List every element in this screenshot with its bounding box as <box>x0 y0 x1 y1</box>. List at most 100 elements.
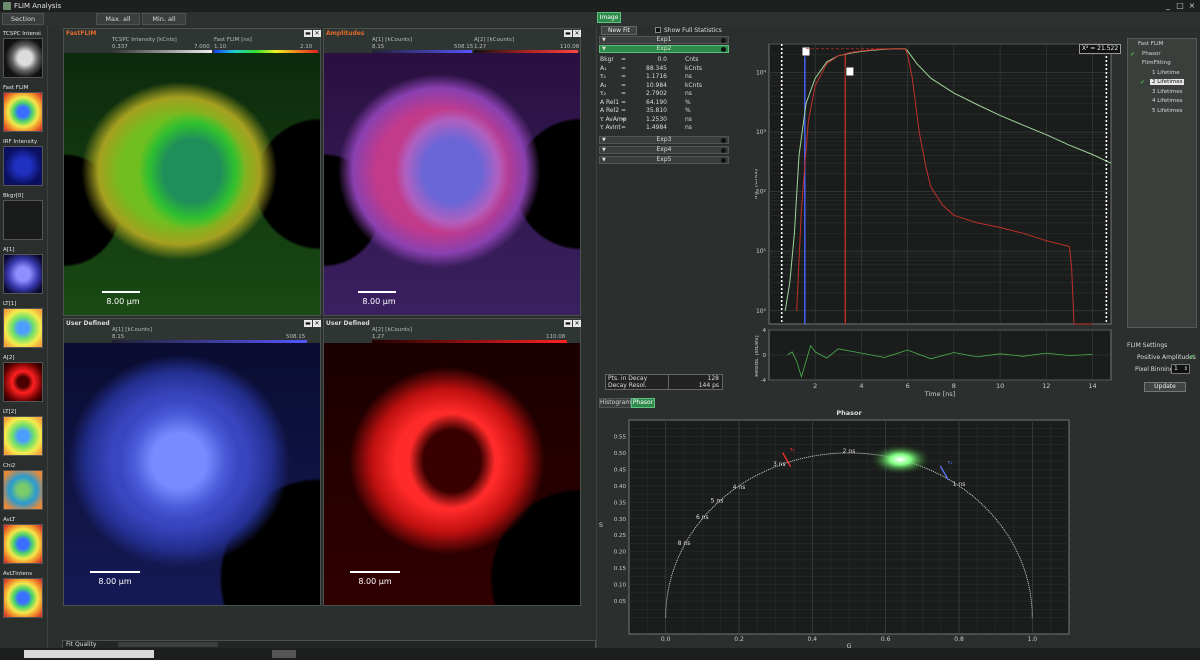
phasor-chart[interactable]: Phasor 0.0 0.2 0.4 0.6 0.8 1.0 0.05 0.10 0.15 0.20… <box>597 408 1127 650</box>
spinner-arrows-icon[interactable]: ⇕ <box>1184 365 1188 373</box>
colorbar-title: A[2] [kCounts] <box>372 327 412 333</box>
thumbnail-avltintens[interactable]: AvLTintens <box>3 570 46 618</box>
decay-chart[interactable]: 10⁰ 10¹ 10² 10³ 10⁴ Int. [Cnts] <box>752 38 1115 328</box>
new-fit-button[interactable]: New Fit <box>601 26 637 35</box>
microscopy-image[interactable]: 8.00 µm <box>324 343 580 605</box>
tree-item-3-lifetimes[interactable]: 3 Lifetimes <box>1150 89 1184 95</box>
tree-item-flimfitting[interactable]: FlimFitting <box>1140 60 1173 66</box>
param-name: τ AvInt <box>600 124 621 131</box>
param-unit: Cnts <box>685 56 699 63</box>
pts-in-decay-label: Pts. in Decay <box>608 375 648 382</box>
thumbnail-lt-2-[interactable]: LT[2] <box>3 408 46 456</box>
thumbnail-fast-flim[interactable]: Fast FLIM <box>3 84 46 132</box>
title-bar: FLIM Analysis _ □ × <box>0 0 1200 12</box>
param-name: A Rel2 <box>600 107 620 114</box>
scale-label: 8.00 µm <box>98 577 132 586</box>
microscopy-image[interactable]: 8.00 µm <box>64 343 320 605</box>
image-panel-2[interactable]: Amplitudes A[1] [kCounts] 8.15 508.15 A[2] [… <box>323 28 581 316</box>
y-axis-label: Resids. [stDev] <box>755 335 760 376</box>
status-scroll[interactable] <box>272 650 296 658</box>
positive-amplitudes-checkbox[interactable]: ✔ <box>1189 354 1196 361</box>
lifetime-label: 1 ns <box>953 481 966 488</box>
thumbnail-irf-intensity[interactable]: IRF Intensity <box>3 138 46 186</box>
param-unit: ns <box>685 124 692 131</box>
cursor-handle-icon[interactable] <box>801 46 811 57</box>
image-panel-3[interactable]: User Defined A[1] [kCounts] 8.15 508.15 ▬ ✕ 8.… <box>63 318 321 606</box>
panel-close-icon[interactable]: ✕ <box>573 320 581 327</box>
tree-item-fast-flim[interactable]: Fast FLIM <box>1136 41 1165 47</box>
panel-minimize-icon[interactable]: ▬ <box>304 30 312 37</box>
thumbnail-image <box>3 524 43 564</box>
microscopy-image[interactable]: 8.00 µm <box>64 53 320 315</box>
group-exp2[interactable]: ▼ Exp2 <box>599 45 729 53</box>
thumbnail-a-1-[interactable]: A[1] <box>3 246 46 294</box>
panel-close-icon[interactable]: ✕ <box>573 30 581 37</box>
maximize-button[interactable]: □ <box>1174 0 1186 12</box>
panel-minimize-icon[interactable]: ▬ <box>564 30 572 37</box>
panel-minimize-icon[interactable]: ▬ <box>304 320 312 327</box>
group-exp4[interactable]: ▼ Exp4 <box>599 146 729 154</box>
residuals-chart-svg: 2 4 6 8 10 12 14 4 0 -4Resids. [stDev] Time [ns] <box>754 328 1112 398</box>
thumbnail-label: IRF Intensity <box>3 139 38 145</box>
x-tick-label: 8 <box>952 382 956 390</box>
thumbnail-image <box>3 416 43 456</box>
thumbnail-tcspc-intensi[interactable]: TCSPC Intensi <box>3 30 46 78</box>
close-button[interactable]: × <box>1186 0 1198 12</box>
param-unit: ns <box>685 90 692 97</box>
panel-minimize-icon[interactable]: ▬ <box>564 320 572 327</box>
y-axis-label: S <box>599 521 603 529</box>
thumbnail-image <box>3 308 43 348</box>
thumbnail-image <box>3 200 43 240</box>
thumbnail-a-2-[interactable]: A[2] <box>3 354 46 402</box>
thumbnail-chi2[interactable]: Chi2 <box>3 462 46 510</box>
image-panel-1[interactable]: FastFLIM TCSPC Intensity [kCnts] 0.337 7.00… <box>63 28 321 316</box>
tab-phasor[interactable]: Phasor <box>631 398 655 408</box>
colorbar2-title: Fast FLIM [ns] <box>214 37 252 43</box>
microscopy-image[interactable]: 8.00 µm <box>324 53 580 315</box>
x-tick-label: 6 <box>906 382 910 390</box>
group-exp5[interactable]: ▼ Exp5 <box>599 156 729 164</box>
phasor-cluster <box>870 444 931 475</box>
thumbnail-avlt[interactable]: AvLT <box>3 516 46 564</box>
thumbnail-lt-1-[interactable]: LT[1] <box>3 300 46 348</box>
thumbnail-image <box>3 92 43 132</box>
x-tick-label: 2 <box>813 382 817 390</box>
max-all-button[interactable]: Max. all <box>96 13 140 25</box>
min-all-button[interactable]: Min. all <box>142 13 186 25</box>
section-button[interactable]: Section <box>2 13 44 25</box>
window-title: FLIM Analysis <box>14 2 62 10</box>
cursor-handle-icon[interactable] <box>845 66 855 77</box>
tree-item-4-lifetimes[interactable]: 4 Lifetimes <box>1150 98 1184 104</box>
tab-image[interactable]: Image <box>597 12 621 23</box>
update-button[interactable]: Update <box>1144 382 1186 392</box>
param-name: A Rel1 <box>600 98 620 106</box>
thumbnail-label: Fast FLIM <box>3 85 29 91</box>
tab-histogram[interactable]: Histogram <box>599 398 631 408</box>
tree-item-2-lifetimes[interactable]: 2 Lifetimes <box>1150 79 1185 85</box>
param-equals: = <box>621 124 627 131</box>
thumbnail-label: AvLT <box>3 517 16 523</box>
residuals-chart[interactable]: 2 4 6 8 10 12 14 4 0 -4 Resids. [stDev] Time [ns] <box>754 328 1121 398</box>
image-panel-4[interactable]: User Defined A[2] [kCounts] 1.27 110.08 ▬ ✕ 8.… <box>323 318 581 606</box>
y-tick-label: 0.40 <box>614 484 627 490</box>
panel-close-icon[interactable]: ✕ <box>313 30 321 37</box>
x-tick-label: 4 <box>859 382 863 390</box>
chi2-readout: X² = 21.522 <box>1079 44 1121 54</box>
scale-label: 8.00 µm <box>362 297 396 306</box>
panel-close-icon[interactable]: ✕ <box>313 320 321 327</box>
param-unit: ns <box>685 115 692 123</box>
tree-item-1-lifetime[interactable]: 1 Lifetime <box>1150 70 1182 76</box>
minimize-button[interactable]: _ <box>1162 0 1174 12</box>
group-exp3[interactable]: ▼ Exp3 <box>599 136 729 144</box>
pixel-binning-label: Pixel Binning <box>1135 366 1174 373</box>
show-full-stats-checkbox[interactable] <box>655 27 661 33</box>
lifetime-label: 8 ns <box>678 540 691 547</box>
tree-item-5-lifetimes[interactable]: 5 Lifetimes <box>1150 108 1184 114</box>
pixel-binning-spinner[interactable]: 1 ⇕ <box>1171 364 1190 374</box>
thumbnail-bkgr-0-[interactable]: Bkgr[0] <box>3 192 46 240</box>
tree-item-phasor[interactable]: Phasor <box>1140 51 1163 57</box>
scale-label: 8.00 µm <box>358 577 392 586</box>
group-exp1[interactable]: ▼ Exp1 <box>599 36 729 44</box>
panel-title: Amplitudes <box>326 30 365 37</box>
scale-bar <box>350 571 400 573</box>
